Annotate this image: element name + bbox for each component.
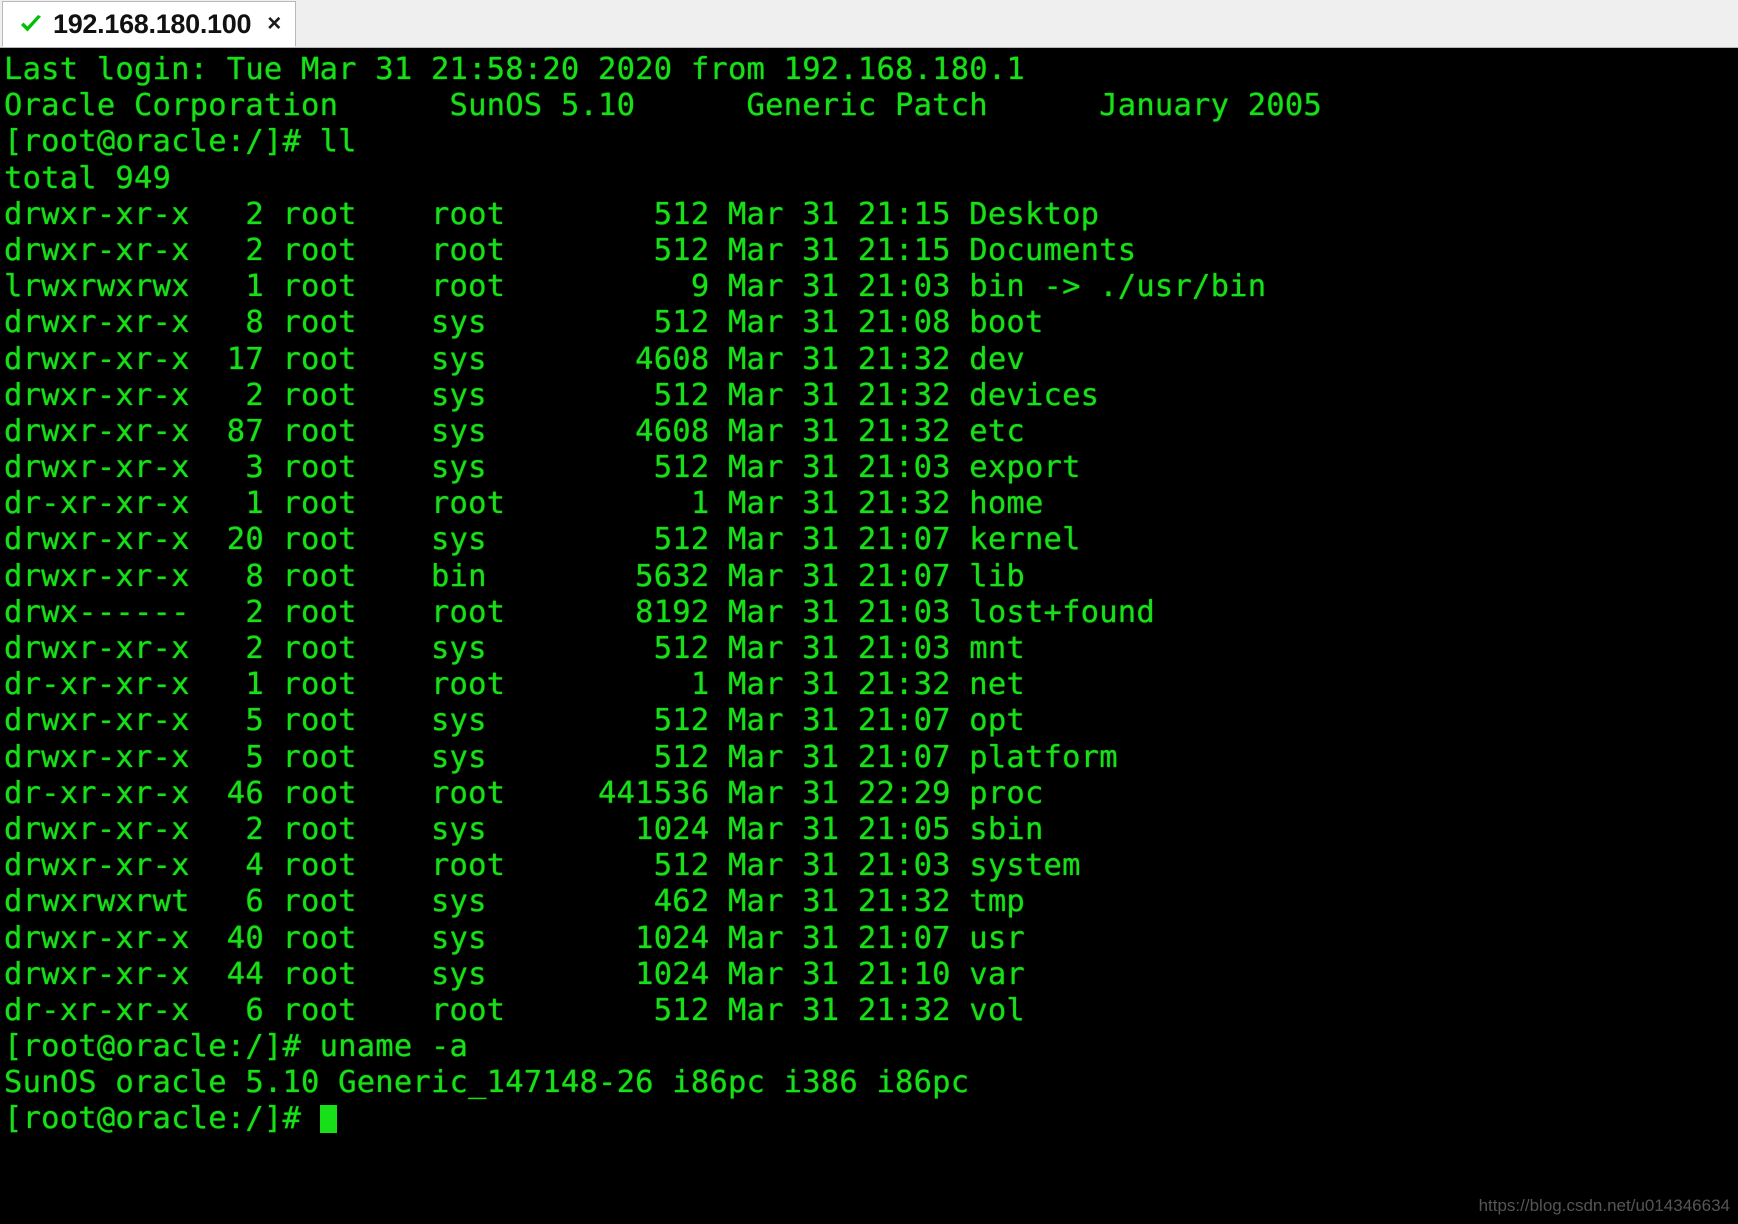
terminal-screen[interactable]: Last login: Tue Mar 31 21:58:20 2020 fro… [0, 48, 1738, 1224]
ls-row: drwxr-xr-x 2 root root 512 Mar 31 21:15 … [4, 232, 1137, 268]
prompt-line: [root@oracle:/]# [4, 1101, 1738, 1137]
uname-output-line: SunOS oracle 5.10 Generic_147148-26 i86p… [4, 1065, 970, 1101]
ls-row: drwxr-xr-x 2 root sys 512 Mar 31 21:32 d… [4, 377, 1100, 413]
command-line: [root@oracle:/]# uname -a [4, 1029, 469, 1065]
ls-row: drwxr-xr-x 87 root sys 4608 Mar 31 21:32… [4, 413, 1025, 449]
green-check-icon [21, 15, 41, 32]
ls-row: drwxr-xr-x 8 root bin 5632 Mar 31 21:07 … [4, 558, 1025, 594]
ls-row: drwxr-xr-x 2 root sys 512 Mar 31 21:03 m… [4, 631, 1025, 666]
login-banner-line: Last login: Tue Mar 31 21:58:20 2020 fro… [4, 52, 1025, 87]
close-icon[interactable]: × [267, 12, 281, 36]
ls-row: lrwxrwxrwx 1 root root 9 Mar 31 21:03 bi… [4, 269, 1267, 305]
ls-total-line: total 949 [4, 160, 172, 196]
ls-row: drwxr-xr-x 17 root sys 4608 Mar 31 21:32… [4, 341, 1025, 377]
terminal-session-tab[interactable]: 192.168.180.100 × [2, 1, 297, 47]
watermark-text: https://blog.csdn.net/u014346634 [1478, 1196, 1730, 1215]
text-cursor [319, 1105, 337, 1134]
ls-row: drwx------ 2 root root 8192 Mar 31 21:03… [4, 594, 1155, 630]
ls-row: drwxr-xr-x 8 root sys 512 Mar 31 21:08 b… [4, 305, 1044, 341]
ls-row: drwxr-xr-x 4 root root 512 Mar 31 21:03 … [4, 848, 1081, 884]
ls-row: drwxr-xr-x 40 root sys 1024 Mar 31 21:07… [4, 920, 1025, 956]
ls-row: drwxr-xr-x 5 root sys 512 Mar 31 21:07 p… [4, 739, 1118, 775]
login-banner-line: Oracle Corporation SunOS 5.10 Generic Pa… [4, 88, 1322, 124]
tab-bar: 192.168.180.100 × [0, 0, 1738, 48]
ls-row: drwxr-xr-x 5 root sys 512 Mar 31 21:07 o… [4, 703, 1025, 739]
ls-row: drwxr-xr-x 44 root sys 1024 Mar 31 21:10… [4, 956, 1025, 992]
ls-row: dr-xr-xr-x 46 root root 441536 Mar 31 22… [4, 775, 1044, 811]
ls-row: dr-xr-xr-x 6 root root 512 Mar 31 21:32 … [4, 992, 1025, 1028]
ls-row: drwxrwxrwt 6 root sys 462 Mar 31 21:32 t… [4, 884, 1025, 920]
command-line: [root@oracle:/]# ll [4, 124, 357, 160]
ls-row: drwxr-xr-x 2 root sys 1024 Mar 31 21:05 … [4, 811, 1044, 847]
ls-row: dr-xr-xr-x 1 root root 1 Mar 31 21:32 ho… [4, 486, 1044, 522]
ls-row: drwxr-xr-x 20 root sys 512 Mar 31 21:07 … [4, 522, 1081, 558]
ls-row: dr-xr-xr-x 1 root root 1 Mar 31 21:32 ne… [4, 667, 1025, 703]
ls-row: drwxr-xr-x 2 root root 512 Mar 31 21:15 … [4, 196, 1100, 232]
tab-title: 192.168.180.100 [53, 8, 252, 39]
terminal-output: Last login: Tue Mar 31 21:58:20 2020 fro… [4, 52, 1738, 1138]
ls-row: drwxr-xr-x 3 root sys 512 Mar 31 21:03 e… [4, 450, 1081, 486]
